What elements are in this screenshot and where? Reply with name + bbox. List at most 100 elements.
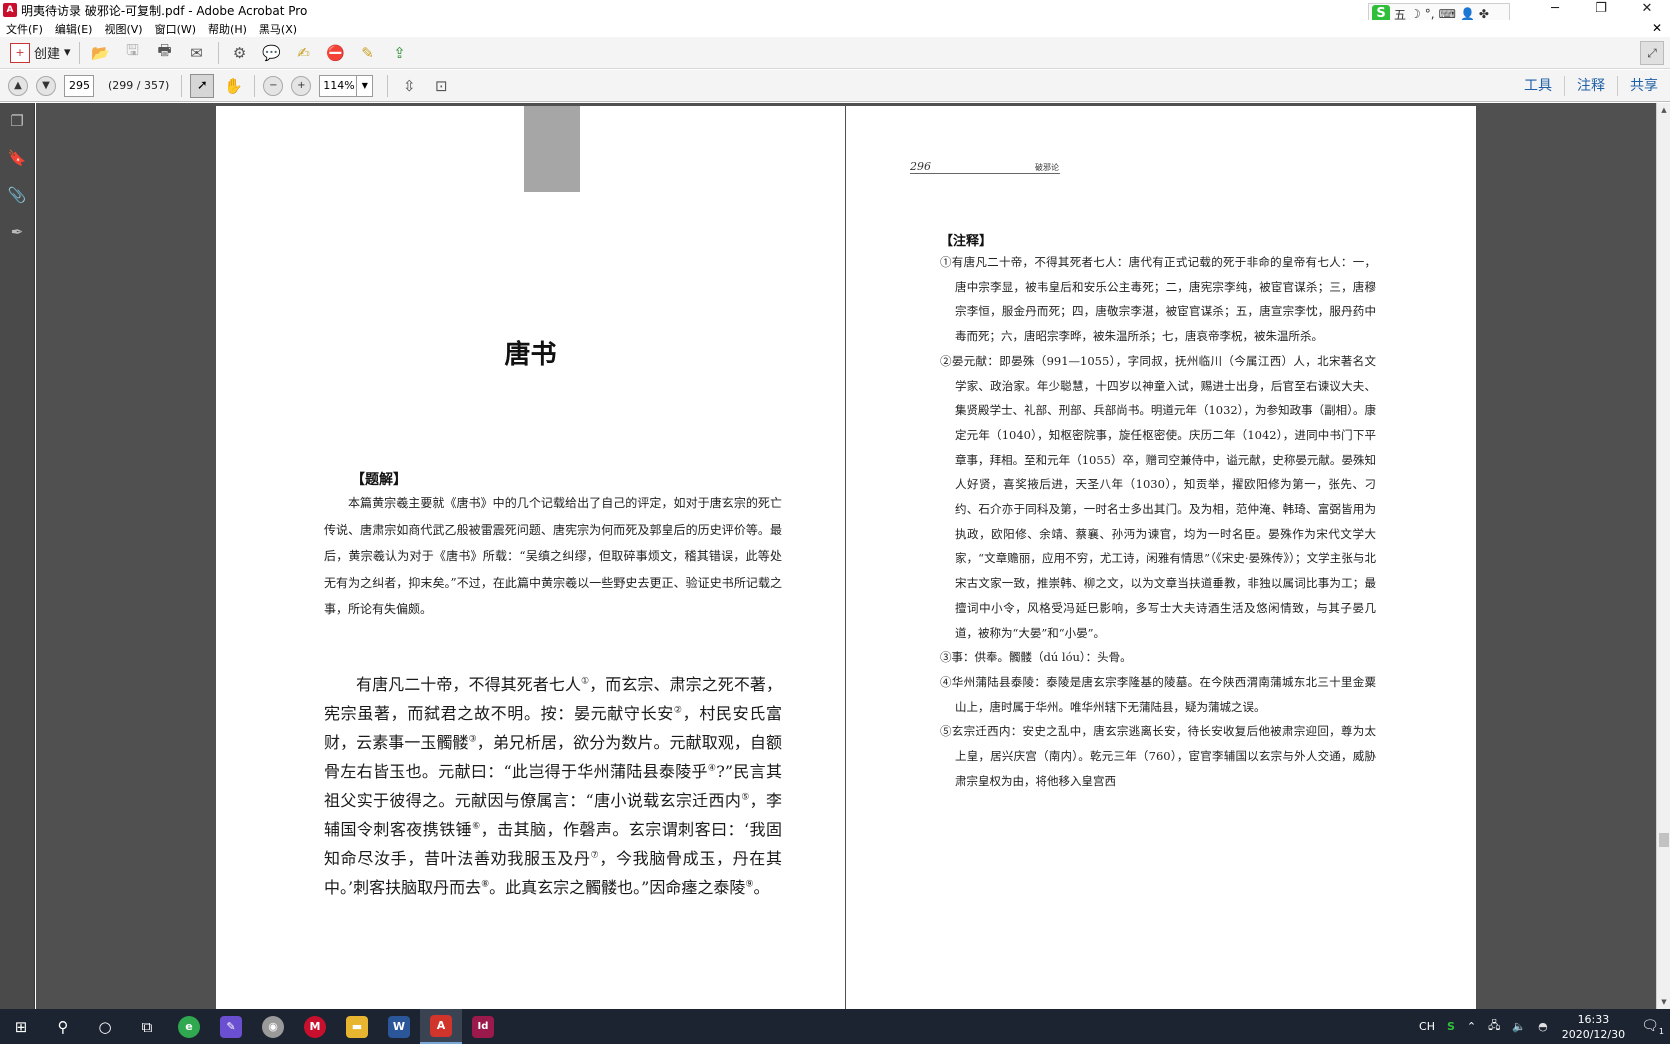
- sign-icon[interactable]: ✍: [291, 40, 317, 66]
- ime-indicator[interactable]: CH: [1419, 1020, 1435, 1033]
- close-button[interactable]: ✕: [1624, 0, 1670, 20]
- footnote-ref[interactable]: ④: [708, 764, 716, 774]
- keyboard-icon[interactable]: ⌨: [1439, 7, 1456, 21]
- previous-page-icon[interactable]: ▲: [8, 75, 28, 96]
- scroll-up-icon[interactable]: ▲: [1657, 103, 1670, 117]
- menu-file[interactable]: 文件(F): [0, 21, 49, 37]
- attachments-icon[interactable]: 📎: [7, 185, 27, 205]
- notification-badge: 1: [1658, 1026, 1664, 1036]
- zoom-in-icon[interactable]: +: [291, 75, 312, 96]
- bookmarks-icon[interactable]: 🔖: [7, 148, 27, 168]
- page-count-label: (299 / 357): [108, 79, 170, 92]
- volume-icon[interactable]: 🔈: [1512, 1020, 1526, 1033]
- select-tool-icon[interactable]: ➚: [190, 73, 215, 98]
- expand-toolbar-icon[interactable]: ⤢: [1640, 41, 1664, 65]
- hand-tool-icon[interactable]: ✋: [220, 73, 246, 99]
- zoom-input[interactable]: [319, 74, 358, 97]
- task-view-button[interactable]: ⧉: [126, 1009, 168, 1044]
- edit-document-icon[interactable]: ✎: [355, 40, 381, 66]
- search-icon: ⚲: [57, 1017, 69, 1036]
- design-app-icon: ✎: [220, 1015, 242, 1038]
- footnote-ref[interactable]: ②: [674, 706, 683, 716]
- notification-icon[interactable]: 🗨1: [1641, 1018, 1664, 1036]
- signatures-icon[interactable]: ✒: [7, 222, 27, 242]
- cortana-button[interactable]: ○: [84, 1009, 126, 1044]
- start-icon: ⊞: [14, 1017, 28, 1036]
- fit-page-icon[interactable]: ⇳: [396, 73, 422, 99]
- notes-heading: 【注释】: [940, 234, 993, 249]
- text-segment: 。此真玄宗之髑髅也。”因命瘗之泰陵: [489, 878, 746, 897]
- open-folder-icon[interactable]: 📂: [88, 40, 114, 66]
- document-view[interactable]: 唐书 【题解】 本篇黄宗羲主要就《唐书》中的几个记载给出了自己的评定，如对于唐玄…: [36, 103, 1670, 1009]
- menu-heima[interactable]: 黑马(X): [253, 21, 303, 37]
- start-button[interactable]: ⊞: [0, 1009, 42, 1044]
- note-item: ④华州蒲陆县泰陵：泰陵是唐玄宗李隆基的陵墓。在今陕西渭南蒲城东北三十里金粟山上，…: [940, 674, 1376, 714]
- scroll-down-icon[interactable]: ▼: [1657, 995, 1670, 1009]
- skin-icon[interactable]: ✤: [1479, 7, 1489, 21]
- comment-icon[interactable]: 💬: [259, 40, 285, 66]
- taskbar-app-word[interactable]: W: [378, 1009, 420, 1044]
- toolbar-divider: [387, 74, 389, 97]
- taskbar-app-design[interactable]: ✎: [210, 1009, 252, 1044]
- minimize-button[interactable]: ─: [1532, 0, 1578, 20]
- taskbar-app-file-explorer[interactable]: ▬: [336, 1009, 378, 1044]
- footnote-ref[interactable]: ①: [581, 677, 589, 687]
- footnote-ref[interactable]: ⑥: [472, 822, 481, 832]
- zoom-out-icon[interactable]: −: [263, 75, 284, 96]
- clock[interactable]: 16:33 2020/12/30: [1562, 1012, 1625, 1042]
- settings-icon[interactable]: ⚙: [227, 40, 253, 66]
- page-number: 296: [910, 160, 931, 173]
- toolbar-divider: [181, 74, 183, 97]
- tools-pane-button[interactable]: 工具: [1512, 76, 1564, 96]
- vertical-scrollbar[interactable]: ▲ ▼: [1656, 103, 1670, 1009]
- note-item: ⑤玄宗迁西内：安史之乱中，唐玄宗逃离长安，待长安收复后他被肃宗迎回，尊为太上皇，…: [940, 724, 1376, 788]
- zoom-select[interactable]: ▼: [319, 74, 374, 97]
- search-button[interactable]: ⚲: [42, 1009, 84, 1044]
- text-segment: 。: [753, 878, 770, 897]
- taskbar-app-media[interactable]: M: [294, 1009, 336, 1044]
- fit-width-icon[interactable]: ⊡: [428, 73, 454, 99]
- task-view-icon: ⧉: [141, 1017, 153, 1036]
- comment-pane-button[interactable]: 注释: [1564, 76, 1617, 96]
- pdf-page-left[interactable]: 唐书 【题解】 本篇黄宗羲主要就《唐书》中的几个记载给出了自己的评定，如对于唐玄…: [216, 106, 845, 1009]
- email-icon[interactable]: ✉: [184, 40, 210, 66]
- taskbar-app-disc[interactable]: ◉: [252, 1009, 294, 1044]
- sogou-tray-icon[interactable]: S: [1447, 1020, 1455, 1033]
- scrollbar-thumb[interactable]: [1659, 833, 1669, 847]
- footnote-ref[interactable]: ③: [469, 735, 477, 745]
- system-tray: CH S ⌃ 🖧 🔈 ◓ 16:33 2020/12/30 🗨1: [1413, 1009, 1670, 1044]
- restore-button[interactable]: ❐: [1578, 0, 1624, 20]
- taskbar-app-acrobat[interactable]: A: [420, 1009, 462, 1044]
- punctuation-icon[interactable]: °,: [1425, 7, 1435, 21]
- moon-icon[interactable]: ☽: [1410, 7, 1421, 21]
- export-icon[interactable]: ⇪: [387, 40, 413, 66]
- page-number-input[interactable]: [64, 74, 94, 97]
- menu-window[interactable]: 窗口(W): [149, 21, 202, 37]
- menu-edit[interactable]: 编辑(E): [49, 21, 99, 37]
- taskbar-app-browser[interactable]: e: [168, 1009, 210, 1044]
- create-button[interactable]: + 创建 ▾: [8, 42, 77, 63]
- window-controls: ─ ❐ ✕: [1532, 0, 1670, 20]
- next-page-icon[interactable]: ▼: [36, 75, 56, 96]
- taskbar-app-indesign[interactable]: Id: [462, 1009, 504, 1044]
- clock-time: 16:33: [1577, 1012, 1610, 1026]
- close-document-button[interactable]: ✕: [1652, 20, 1662, 37]
- user-icon[interactable]: 👤: [1460, 7, 1475, 21]
- print-icon[interactable]: 🖶: [152, 40, 178, 66]
- network-icon[interactable]: 🖧: [1488, 1017, 1500, 1036]
- menu-help[interactable]: 帮助(H): [202, 21, 253, 37]
- footnote-ref[interactable]: ⑧: [481, 880, 489, 890]
- save-icon[interactable]: 🖫: [120, 40, 146, 66]
- pdf-page-right[interactable]: 296 破邪论 【注释】 ①有唐凡二十帝，不得其死者七人：唐代有正式记载的死于非…: [846, 106, 1476, 1009]
- footnote-ref[interactable]: ⑤: [741, 793, 749, 803]
- zoom-dropdown-icon[interactable]: ▼: [357, 74, 374, 97]
- protect-icon[interactable]: ⛔: [323, 40, 349, 66]
- menu-view[interactable]: 视图(V): [98, 21, 148, 37]
- chevron-down-icon: ▾: [64, 45, 71, 60]
- running-header: 296 破邪论: [910, 160, 1060, 174]
- share-pane-button[interactable]: 共享: [1617, 76, 1670, 96]
- chevron-up-icon[interactable]: ⌃: [1467, 1020, 1476, 1033]
- qq-icon[interactable]: ◓: [1538, 1020, 1548, 1033]
- page-thumbnails-icon[interactable]: ❐: [7, 111, 27, 131]
- windows-taskbar: ⊞ ⚲ ○ ⧉ e ✎ ◉ M ▬ W A Id CH S ⌃ 🖧 🔈 ◓ 16…: [0, 1009, 1670, 1044]
